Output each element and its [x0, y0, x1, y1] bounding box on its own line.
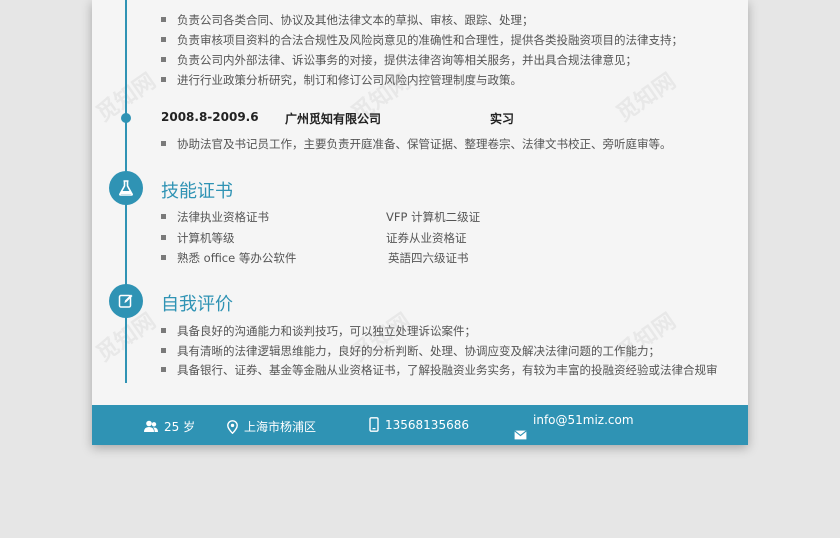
email-item: info@51miz.com [514, 409, 634, 441]
self-eval-bullet: 具备良好的沟通能力和谈判技巧，可以独立处理诉讼案件； [161, 323, 476, 339]
age-item: 25 岁 [144, 418, 195, 435]
self-eval-section-icon [109, 284, 143, 318]
skills-title: 技能证书 [161, 181, 233, 202]
location-pin-icon [227, 419, 238, 434]
job-role: 实习 [490, 112, 515, 126]
job-company: 广州觅知有限公司 [285, 112, 382, 126]
email-text[interactable]: info@51miz.com [533, 413, 634, 427]
job-period: 2008.8-2009.6 [161, 110, 259, 124]
skill-item: 证券从业资格证 [386, 231, 467, 245]
location-item: 上海市杨浦区 [227, 418, 316, 435]
skills-section-icon [109, 171, 143, 205]
resume-page: 觅知网 觅知网 觅知网 觅知网 觅知网 觅知网 负责公司各类合同、协议及其他法律… [92, 0, 748, 445]
user-icon [144, 420, 158, 432]
phone-text: 13568135686 [385, 417, 469, 432]
flask-icon [119, 180, 133, 196]
work-bullet: 进行行业政策分析研究，制订和修订公司风险内控管理制度与政策。 [161, 72, 522, 88]
self-eval-title: 自我评价 [161, 294, 233, 315]
work-bullet: 负责公司内外部法律、诉讼事务的对接，提供法律咨询等相关服务，并出具合规法律意见； [161, 52, 637, 68]
watermark: 觅知网 [612, 68, 681, 128]
location-text: 上海市杨浦区 [244, 420, 317, 434]
edit-icon [118, 294, 133, 308]
mail-icon [514, 430, 527, 440]
skill-item: 法律执业资格证书 [161, 209, 269, 225]
work-bullet: 负责公司各类合同、协议及其他法律文本的草拟、审核、跟踪、处理； [161, 12, 534, 28]
age-text: 25 岁 [164, 420, 196, 434]
skill-item: 熟悉 office 等办公软件 [161, 250, 296, 266]
self-eval-bullet: 具备银行、证券、基金等金融从业资格证书，了解投融资业务实务，有较为丰富的投融资经… [161, 362, 731, 376]
phone-icon [369, 417, 379, 432]
self-eval-bullet: 具有清晰的法律逻辑思维能力，良好的分析判断、处理、协调应变及解决法律问题的工作能… [161, 343, 660, 359]
skill-item: VFP 计算机二级证 [386, 210, 481, 224]
phone-item: 13568135686 [369, 417, 469, 432]
timeline-dot [121, 113, 131, 123]
skill-item: 英語四六级证书 [388, 251, 469, 265]
skill-item: 计算机等级 [161, 230, 235, 246]
contact-footer: 25 岁 上海市杨浦区 13568135686 info@51miz.com [92, 405, 748, 445]
work-bullet: 负责审核项目资料的合法合规性及风险岗意见的准确性和合理性，提供各类投融资项目的法… [161, 32, 683, 48]
job-bullet: 协助法官及书记员工作，主要负责开庭准备、保管证据、整理卷宗、法律文书校正、旁听庭… [161, 136, 672, 152]
